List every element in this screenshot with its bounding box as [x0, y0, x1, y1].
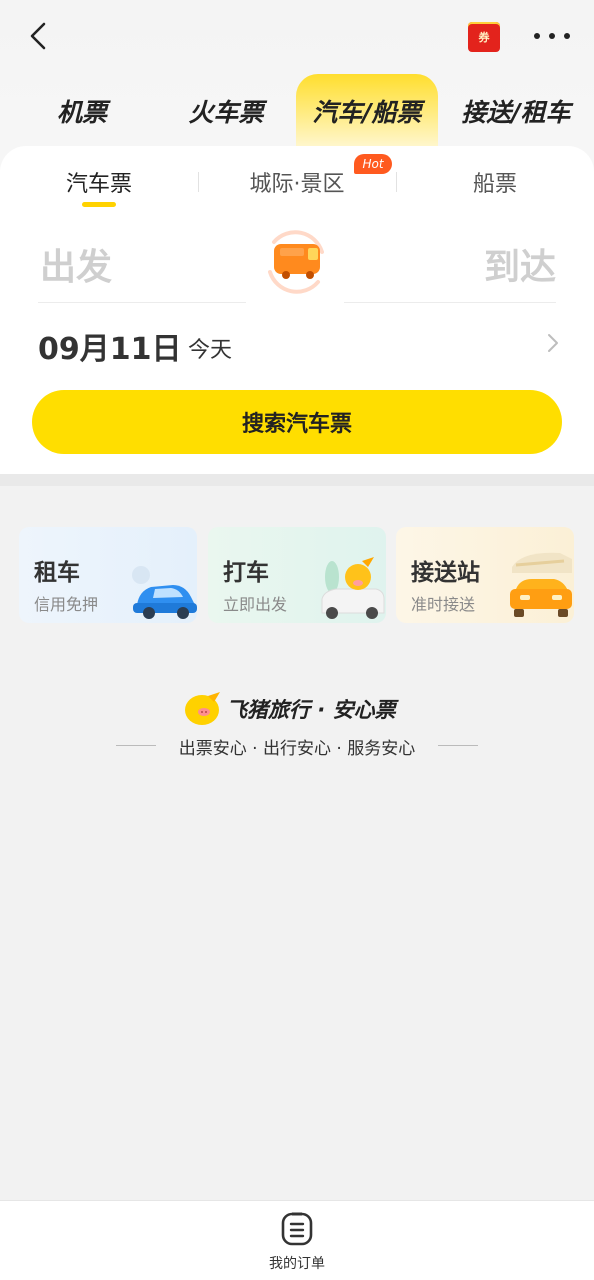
tab-flights[interactable]: 机票 — [22, 74, 142, 148]
tab-trains-label: 火车票 — [188, 98, 264, 127]
tab-flights-label: 机票 — [56, 98, 107, 127]
service-title: 租车 — [34, 560, 80, 586]
search-bus-tickets-button[interactable]: 搜索汽车票 — [32, 390, 562, 454]
divider-line — [38, 302, 246, 303]
my-orders-label: 我的订单 — [269, 1256, 325, 1272]
chevron-right-icon — [548, 334, 558, 352]
hot-badge: Hot — [354, 154, 392, 174]
blue-car-icon — [132, 566, 197, 619]
taxi-mascot-icon — [321, 557, 385, 619]
tab-bus-ferry-label: 汽车/船票 — [312, 98, 422, 127]
more-button[interactable] — [534, 26, 570, 46]
coupon-button[interactable]: 券 — [468, 22, 500, 52]
swap-route-button[interactable] — [252, 218, 340, 306]
train-car-icon — [510, 552, 572, 617]
active-tab-indicator — [82, 202, 116, 207]
service-subtitle: 立即出发 — [223, 595, 288, 614]
date-tag: 今天 — [188, 338, 233, 363]
service-subtitle: 准时接送 — [411, 595, 476, 614]
back-button[interactable] — [24, 20, 56, 52]
divider-line — [344, 302, 556, 303]
subtab-bus-tickets[interactable]: 汽车票 — [40, 164, 158, 200]
service-title: 打车 — [223, 560, 269, 586]
subtab-intercity-scenic-label: 城际·景区 — [249, 172, 345, 197]
departure-field[interactable]: 出发 — [40, 238, 112, 290]
tab-divider — [396, 172, 397, 192]
order-list-icon — [281, 1212, 313, 1246]
bus-swap-icon — [268, 230, 324, 294]
decorative-line — [438, 745, 478, 746]
fliggy-logo-icon — [185, 692, 220, 725]
guarantee-title: 飞猪旅行 · 安心票 — [226, 698, 396, 722]
arrival-field[interactable]: 到达 — [484, 238, 556, 290]
coupon-icon: 券 — [478, 31, 490, 44]
more-dots-icon — [534, 33, 540, 39]
guarantee-banner: 飞猪旅行 · 安心票 出票安心 · 出行安心 · 服务安心 — [0, 688, 594, 759]
date-value: 09月11日 — [38, 332, 182, 367]
main-tab-bar: 机票 火车票 汽车/船票 接送/租车 — [0, 74, 594, 148]
tab-trains[interactable]: 火车票 — [164, 74, 288, 148]
sub-tab-bar: 汽车票 城际·景区 Hot 船票 — [0, 146, 594, 216]
service-car-rental[interactable]: 租车 信用免押 — [19, 527, 197, 623]
tab-bus-ferry[interactable]: 汽车/船票 — [296, 74, 438, 148]
guarantee-subtitle: 出票安心 · 出行安心 · 服务安心 — [178, 739, 416, 759]
section-divider — [0, 474, 594, 486]
service-station-transfer[interactable]: 接送站 准时接送 — [396, 527, 574, 623]
my-orders-button[interactable]: 我的订单 — [262, 1211, 332, 1275]
service-subtitle: 信用免押 — [34, 595, 99, 614]
subtab-intercity-scenic[interactable]: 城际·景区 — [222, 164, 372, 200]
booking-card: 汽车票 城际·景区 Hot 船票 出发 到达 09月11日 今天 搜索汽车票 — [0, 146, 594, 474]
bottom-bar: 我的订单 — [0, 1200, 594, 1280]
tab-transfer-rental-label: 接送/租车 — [461, 98, 571, 127]
service-title: 接送站 — [411, 560, 480, 586]
service-ride-hailing[interactable]: 打车 立即出发 — [208, 527, 386, 623]
subtab-bus-tickets-label: 汽车票 — [65, 172, 132, 197]
tab-transfer-rental[interactable]: 接送/租车 — [446, 74, 586, 148]
subtab-ferry-tickets[interactable]: 船票 — [440, 164, 550, 200]
date-selector[interactable]: 09月11日 今天 — [38, 322, 560, 368]
chevron-left-icon — [30, 22, 46, 50]
subtab-ferry-tickets-label: 船票 — [472, 172, 517, 197]
tab-divider — [198, 172, 199, 192]
